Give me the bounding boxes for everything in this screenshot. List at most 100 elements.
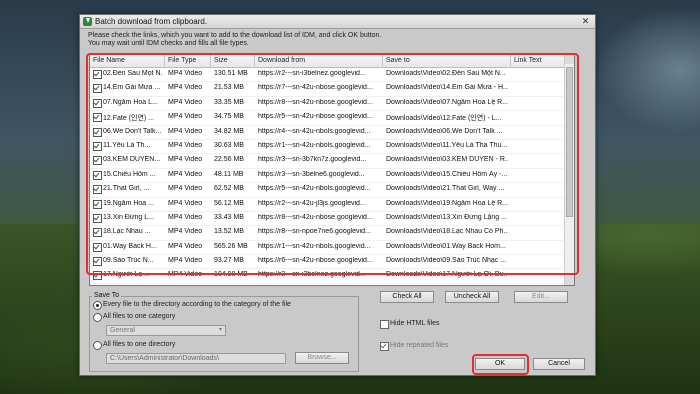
- row-cell-type: MP4 Video: [168, 199, 203, 207]
- row-cell-from: https://r3---sn-3belne6.googlevid...: [258, 170, 365, 178]
- dialog-titlebar: Batch download from clipboard. ✕: [80, 15, 595, 29]
- row-cell-name: 09.Sáo Trúc N...: [103, 257, 154, 265]
- check-all-button[interactable]: Check All: [380, 291, 434, 303]
- row-cell-name: 14.Em Gái Mưa ...: [103, 84, 161, 92]
- row-checkbox[interactable]: [93, 185, 102, 195]
- row-checkbox[interactable]: [93, 113, 102, 123]
- list-scrollbar[interactable]: [564, 55, 574, 285]
- radio-one-category[interactable]: [93, 313, 102, 322]
- hide-html-label[interactable]: Hide HTML files: [390, 320, 440, 327]
- row-cell-from: https://r2---sn-42u-jl3js.googlevid...: [258, 199, 366, 207]
- table-row[interactable]: 17.Người Lạ ... MP4 Video 104.98 MB https:/…: [90, 269, 565, 284]
- column-file-name[interactable]: File Name: [93, 57, 125, 64]
- table-row[interactable]: 13.Xin Đừng L... MP4 Video 33.43 MB https:/…: [90, 212, 565, 227]
- row-checkbox[interactable]: [93, 141, 102, 151]
- radio-by-category[interactable]: [93, 301, 102, 310]
- browse-button[interactable]: Browse...: [295, 352, 349, 364]
- row-cell-name: 13.Xin Đừng L...: [103, 213, 154, 221]
- table-row[interactable]: 19.Ngắm Hoa ... MP4 Video 56.12 MB https://…: [90, 198, 565, 212]
- row-cell-size: 34.82 MB: [214, 127, 244, 135]
- table-row[interactable]: 12.Fate (인연) ... MP4 Video 34.75 MB https:/…: [90, 111, 565, 126]
- column-size[interactable]: Size: [214, 57, 228, 64]
- row-cell-name: 06.We Don't Talk...: [103, 127, 162, 135]
- row-checkbox[interactable]: [93, 228, 102, 238]
- row-cell-name: 01.Way Back H...: [103, 242, 157, 250]
- table-row[interactable]: 03.KÉM DUYÊN... MP4 Video 22.56 MB https://…: [90, 154, 565, 169]
- table-row[interactable]: 01.Way Back H... MP4 Video 565.26 MB https:…: [90, 241, 565, 256]
- row-cell-type: MP4 Video: [168, 185, 203, 193]
- row-cell-save: Downloads\Video\06.We Don't Talk ...: [386, 127, 503, 135]
- cancel-button[interactable]: Cancel: [533, 358, 585, 370]
- row-cell-from: https://r1---sn-42u-nbols.googlevid...: [258, 242, 371, 250]
- category-select[interactable]: General ▾: [106, 325, 226, 336]
- uncheck-all-button[interactable]: Uncheck All: [445, 291, 499, 303]
- row-checkbox[interactable]: [93, 170, 102, 180]
- row-checkbox[interactable]: [93, 70, 102, 79]
- row-cell-size: 21.53 MB: [214, 84, 244, 92]
- row-cell-type: MP4 Video: [168, 127, 203, 135]
- row-cell-from: https://r3---sn-3b7kn7z.googlevid...: [258, 156, 367, 164]
- column-download-from[interactable]: Download from: [258, 57, 305, 64]
- file-list[interactable]: File Name File Type Size Download from S…: [89, 54, 575, 286]
- row-cell-size: 33.35 MB: [214, 98, 244, 106]
- row-cell-save: Downloads\Video\12.Fate (인연) - L...: [386, 115, 502, 123]
- scroll-thumb[interactable]: [566, 67, 573, 217]
- close-icon[interactable]: ✕: [580, 16, 591, 26]
- table-row[interactable]: 11.Yêu Là Th... MP4 Video 30.63 MB https://…: [90, 140, 565, 155]
- column-separator: [382, 55, 383, 67]
- row-cell-name: 07.Ngắm Hoa L...: [103, 98, 158, 106]
- hide-html-checkbox[interactable]: [380, 320, 389, 329]
- table-row[interactable]: 18.Lạc Nhau ... MP4 Video 13.52 MB https://…: [90, 226, 565, 241]
- category-select-value: General: [110, 327, 135, 334]
- table-row[interactable]: 02.Đến Sau Mọt N... MP4 Video 130.51 MB htt…: [90, 68, 565, 83]
- directory-input[interactable]: C:\Users\Administrator\Downloads\: [106, 353, 286, 364]
- row-cell-save: Downloads\Video\03.KÉM DUYÊN - R...: [386, 156, 508, 164]
- column-link-text[interactable]: Link Text: [514, 57, 542, 64]
- row-checkbox[interactable]: [93, 257, 102, 267]
- row-cell-name: 15.Chiều Hôm ...: [103, 170, 156, 178]
- scroll-up-arrow[interactable]: [565, 55, 574, 64]
- table-row[interactable]: 20.That Girl ...MP4 Video26.32 MBhttps:/…: [90, 284, 565, 285]
- row-cell-name: 12.Fate (인연) ...: [103, 115, 155, 123]
- row-checkbox[interactable]: [93, 242, 102, 252]
- row-cell-save: Downloads\Video\02.Đến Sau Một N...: [386, 70, 506, 77]
- row-cell-type: MP4 Video: [168, 213, 203, 221]
- radio-one-directory[interactable]: [93, 341, 102, 350]
- table-row[interactable]: 09.Sáo Trúc N... MP4 Video 93.27 MB https:/…: [90, 255, 565, 270]
- table-row[interactable]: 15.Chiều Hôm ... MP4 Video 48.11 MB https:/…: [90, 169, 565, 184]
- row-cell-name: 21.That Girl, ...: [103, 185, 150, 193]
- row-cell-type: MP4 Video: [168, 257, 203, 265]
- row-checkbox[interactable]: [93, 127, 102, 137]
- row-cell-save: Downloads\Video\01.Way Back Hom...: [386, 242, 506, 250]
- table-row[interactable]: 06.We Don't Talk... MP4 Video 34.82 MB http…: [90, 126, 565, 140]
- row-cell-type: MP4 Video: [168, 156, 203, 164]
- row-cell-save: Downloads\Video\17.Người Lạ Ơi, Bu...: [386, 271, 508, 279]
- hide-repeated-checkbox[interactable]: [380, 342, 389, 351]
- row-checkbox[interactable]: [93, 156, 102, 166]
- row-checkbox[interactable]: [93, 271, 102, 281]
- row-cell-from: https://r1---sn-42u-nbols.googlevid...: [258, 141, 371, 149]
- column-save-to[interactable]: Save to: [386, 57, 410, 64]
- row-cell-name: 19.Ngắm Hoa ...: [103, 199, 154, 207]
- row-checkbox[interactable]: [93, 213, 102, 223]
- column-file-type[interactable]: File Type: [168, 57, 196, 64]
- row-cell-save: Downloads\Video\15.Chiều Hôm Ấy -...: [386, 170, 508, 178]
- row-cell-from: https://r8---sn-42u-nbose.googlevid...: [258, 98, 373, 106]
- row-checkbox[interactable]: [93, 199, 102, 209]
- row-cell-from: https://r2---sn-i3belnez.googlevid...: [258, 70, 366, 77]
- instructions-text: Please check the links, which you want t…: [88, 32, 381, 48]
- scroll-down-arrow[interactable]: [565, 276, 574, 285]
- radio-one-category-label[interactable]: All files to one category: [103, 313, 175, 320]
- edit-button[interactable]: Edit...: [514, 291, 568, 303]
- table-row[interactable]: 14.Em Gái Mưa ... MP4 Video 21.53 MB https:…: [90, 82, 565, 97]
- row-checkbox[interactable]: [93, 84, 102, 94]
- ok-button[interactable]: OK: [475, 358, 525, 370]
- radio-by-category-label[interactable]: Every file to the directory according to…: [103, 301, 291, 308]
- chevron-down-icon: ▾: [218, 327, 222, 333]
- row-checkbox[interactable]: [93, 98, 102, 108]
- hide-repeated-label[interactable]: Hide repeated files: [390, 342, 448, 349]
- file-list-header: File Name File Type Size Download from S…: [90, 55, 565, 68]
- radio-one-directory-label[interactable]: All files to one directory: [103, 341, 175, 348]
- table-row[interactable]: 07.Ngắm Hoa L... MP4 Video 33.35 MB https:/…: [90, 97, 565, 112]
- table-row[interactable]: 21.That Girl, ... MP4 Video 62.52 MB https:…: [90, 183, 565, 198]
